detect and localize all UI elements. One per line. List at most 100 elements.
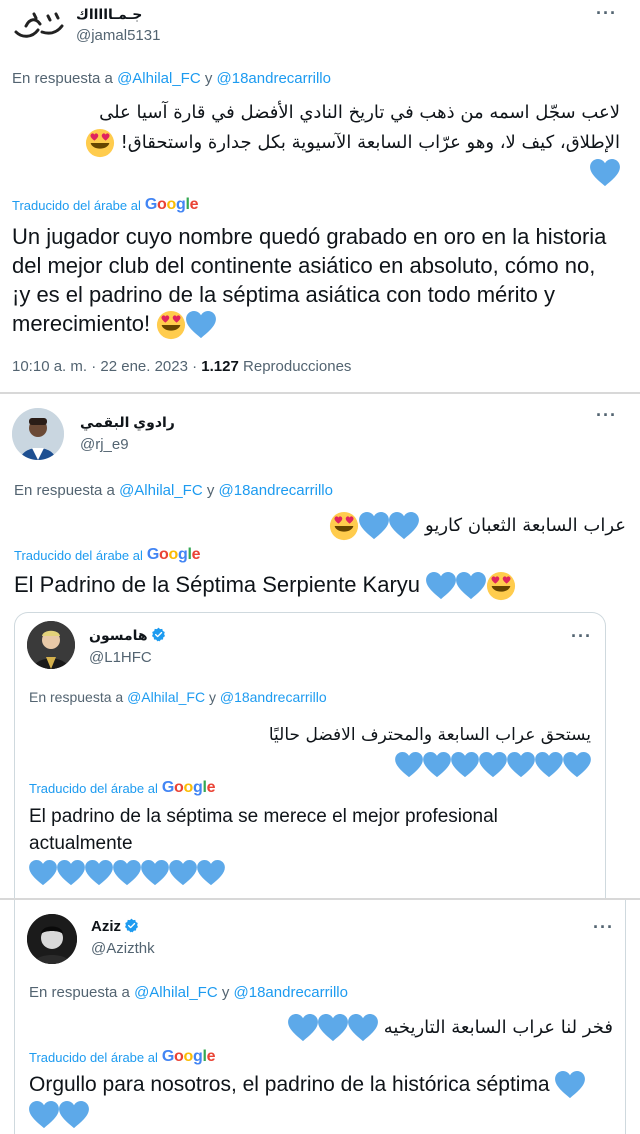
calligraphy-logo-icon [14,12,64,38]
view-count: 1.127 [201,358,239,375]
blue-heart-icon [141,860,169,886]
heart-eyes-emoji-icon [85,128,115,158]
more-options-icon[interactable]: ··· [571,627,592,645]
blue-heart-icon [479,752,507,778]
avatar[interactable] [12,4,68,44]
blue-heart-icon [590,159,620,187]
tweet-card-1: جـمـاااااك @jamal5131 ··· En respuesta a… [0,0,640,392]
arabic-text: عراب السابعة الثعبان كاريو [26,510,626,542]
avatar[interactable] [27,621,75,669]
reply-and: y [208,689,216,705]
arabic-text: لاعب سجّل اسمه من ذهب في تاريخ النادي ال… [20,98,620,188]
avatar[interactable] [12,408,64,460]
reply-context: En respuesta a @Alhilal_FC y @18andrecar… [29,689,327,705]
blue-heart-icon [423,752,451,778]
translation-label: Traducido del árabe al Google [14,546,201,563]
views-label: Reproducciones [243,358,352,375]
mention-carrillo[interactable]: @18andrecarrillo [234,984,348,1001]
username[interactable]: @L1HFC [89,649,152,666]
translation-label: Traducido del árabe al Google [29,779,216,796]
more-options-icon[interactable]: ··· [596,406,617,424]
blue-heart-icon [348,1014,378,1042]
blue-heart-icon [169,860,197,886]
arabic-line-1: لاعب سجّل اسمه من ذهب في تاريخ النادي ال… [99,102,620,123]
reply-prefix: En respuesta a [12,70,113,87]
mention-alhilal[interactable]: @Alhilal_FC [119,482,203,499]
reply-context: En respuesta a @Alhilal_FC y @18andrecar… [12,70,331,87]
reply-prefix: En respuesta a [29,689,124,705]
arabic-line-1: يستحق عراب السابعة والمحترف الافضل حاليً… [268,725,591,745]
reply-prefix: En respuesta a [29,984,130,1001]
blue-heart-icon [456,572,486,600]
blue-heart-icon [395,752,423,778]
blue-heart-icon [29,860,57,886]
avatar[interactable] [27,914,77,964]
mention-carrillo[interactable]: @18andrecarrillo [220,689,327,705]
display-name[interactable]: Aziz [91,918,139,935]
timestamp[interactable]: 10:10 a. m. · 22 ene. 2023 · [12,358,197,375]
profile-photo-icon [27,621,75,669]
google-logo: Google [161,779,216,796]
arabic-line-2: الإطلاق، كيف لا، وهو عرّاب السابعة الآسي… [20,128,620,158]
separator [0,392,640,394]
blue-heart-icon [563,752,591,778]
display-name[interactable]: رادوي البقمي [80,414,175,431]
more-options-icon[interactable]: ··· [596,4,617,22]
mention-alhilal[interactable]: @Alhilal_FC [134,984,218,1001]
blue-hearts-row [29,859,589,886]
arabic-text: فخر لنا عراب السابعة التاريخيه [43,1012,613,1044]
reply-context: En respuesta a @Alhilal_FC y @18andrecar… [14,482,333,499]
blue-heart-icon [186,311,216,339]
reply-prefix: En respuesta a [14,482,115,499]
embedded-tweet-card[interactable]: هامسون @L1HFC ··· En respuesta a @Alhila… [14,612,606,898]
heart-eyes-emoji-icon [156,310,186,340]
arabic-line-3 [20,158,620,188]
mention-carrillo[interactable]: @18andrecarrillo [219,482,333,499]
blue-heart-icon [555,1071,585,1099]
blue-heart-icon [197,860,225,886]
translated-text: Orgullo para nosotros, el padrino de la … [29,1070,589,1129]
reply-context: En respuesta a @Alhilal_FC y @18andrecar… [29,984,348,1001]
blue-heart-icon [318,1014,348,1042]
reply-and: y [204,70,213,87]
mention-carrillo[interactable]: @18andrecarrillo [217,70,331,87]
reply-and: y [206,482,215,499]
profile-photo-icon [12,408,64,460]
heart-eyes-emoji-icon [329,511,359,541]
google-logo: Google [161,1048,216,1065]
translated-text: Un jugador cuyo nombre quedó grabado en … [12,222,612,340]
translation-label: Traducido del árabe al Google [29,1048,216,1065]
translated-text: El Padrino de la Séptima Serpiente Karyu [14,570,624,601]
google-logo: Google [146,546,201,563]
username[interactable]: @Azizthk [91,940,155,957]
tweet-card-4: Aziz @Azizthk ··· En respuesta a @Alhila… [14,900,626,1134]
translation-label: Traducido del árabe al Google [12,196,199,213]
reply-and: y [221,984,230,1001]
more-options-icon[interactable]: ··· [593,918,614,936]
tweet-card-2: رادوي البقمي @rj_e9 ··· En respuesta a @… [0,396,640,606]
username[interactable]: @jamal5131 [76,27,160,44]
username[interactable]: @rj_e9 [80,436,129,453]
mention-alhilal[interactable]: @Alhilal_FC [127,689,205,705]
blue-heart-icon [535,752,563,778]
blue-heart-icon [57,860,85,886]
blue-hearts-row [31,751,591,779]
blue-heart-icon [507,752,535,778]
blue-heart-icon [359,512,389,540]
translated-text: El padrino de la séptima se merece el me… [29,803,589,886]
verified-badge-icon [151,627,166,642]
display-name[interactable]: هامسون [89,627,166,644]
blue-heart-icon [426,572,456,600]
arabic-text: يستحق عراب السابعة والمحترف الافضل حاليً… [31,719,591,779]
profile-photo-icon [27,914,77,964]
verified-badge-icon [124,918,139,933]
blue-heart-icon [59,1101,89,1129]
tweet-meta: 10:10 a. m. · 22 ene. 2023 · 1.127 Repro… [12,358,351,375]
blue-heart-icon [113,860,141,886]
blue-heart-icon [389,512,419,540]
blue-heart-icon [451,752,479,778]
mention-alhilal[interactable]: @Alhilal_FC [117,70,201,87]
heart-eyes-emoji-icon [486,571,516,601]
blue-heart-icon [85,860,113,886]
display-name[interactable]: جـمـاااااك [76,6,142,23]
